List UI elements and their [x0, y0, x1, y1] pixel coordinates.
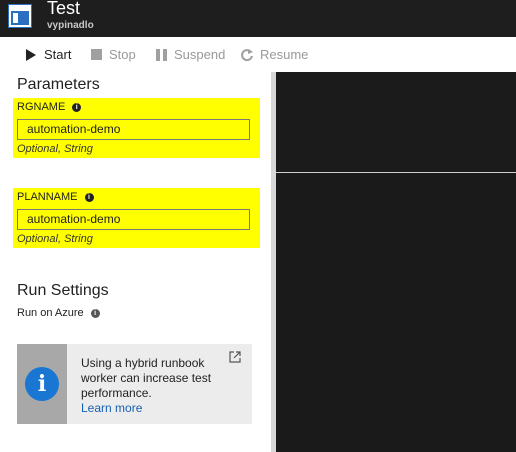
start-label: Start	[44, 47, 72, 62]
param-rgname: RGNAME i automation-demo Optional, Strin…	[13, 98, 260, 158]
param-name: RGNAME	[17, 101, 66, 113]
learn-more-link[interactable]: Learn more	[81, 401, 142, 415]
info-card-message: Using a hybrid runbook worker can increa…	[81, 356, 212, 400]
blade-subtitle: vypinadlo	[47, 20, 94, 31]
info-icon[interactable]: i	[90, 308, 100, 318]
rgname-input[interactable]: automation-demo	[17, 119, 250, 140]
play-icon	[24, 48, 38, 62]
resume-icon	[240, 48, 254, 62]
start-button[interactable]: Start	[24, 37, 71, 72]
param-label: PLANNAME i	[17, 191, 94, 203]
blade-title: Test	[47, 0, 81, 18]
run-on-azure-label: Run on Azure i	[17, 307, 100, 319]
run-settings-heading: Run Settings	[17, 282, 109, 299]
param-name: PLANNAME	[17, 191, 78, 203]
parameters-heading: Parameters	[17, 76, 100, 93]
stop-label: Stop	[109, 47, 136, 62]
run-on-text: Run on Azure	[17, 307, 84, 319]
resume-button[interactable]: Resume	[240, 37, 308, 72]
external-link-icon[interactable]	[229, 350, 241, 363]
suspend-button[interactable]: Suspend	[154, 37, 225, 72]
command-bar: Start Stop Suspend Resume	[0, 37, 516, 72]
pause-icon	[154, 48, 168, 62]
param-hint: Optional, String	[17, 143, 93, 155]
runbook-icon	[6, 2, 34, 30]
stop-icon	[89, 48, 103, 62]
param-hint: Optional, String	[17, 233, 93, 245]
blade-header: Test vypinadlo	[0, 0, 516, 37]
output-pane-top	[276, 72, 516, 173]
resume-label: Resume	[260, 47, 309, 62]
param-planname: PLANNAME i automation-demo Optional, Str…	[13, 188, 260, 248]
hybrid-worker-info-card: i Using a hybrid runbook worker can incr…	[17, 344, 252, 424]
output-pane	[276, 72, 516, 452]
info-circle-icon: i	[25, 367, 59, 401]
info-card-sidebar: i	[17, 344, 67, 424]
info-icon[interactable]: i	[72, 102, 82, 112]
stop-button[interactable]: Stop	[89, 37, 136, 72]
planname-input[interactable]: automation-demo	[17, 209, 250, 230]
info-card-body: Using a hybrid runbook worker can increa…	[81, 356, 231, 416]
suspend-label: Suspend	[174, 47, 226, 62]
param-label: RGNAME i	[17, 101, 82, 113]
info-icon[interactable]: i	[84, 192, 94, 202]
